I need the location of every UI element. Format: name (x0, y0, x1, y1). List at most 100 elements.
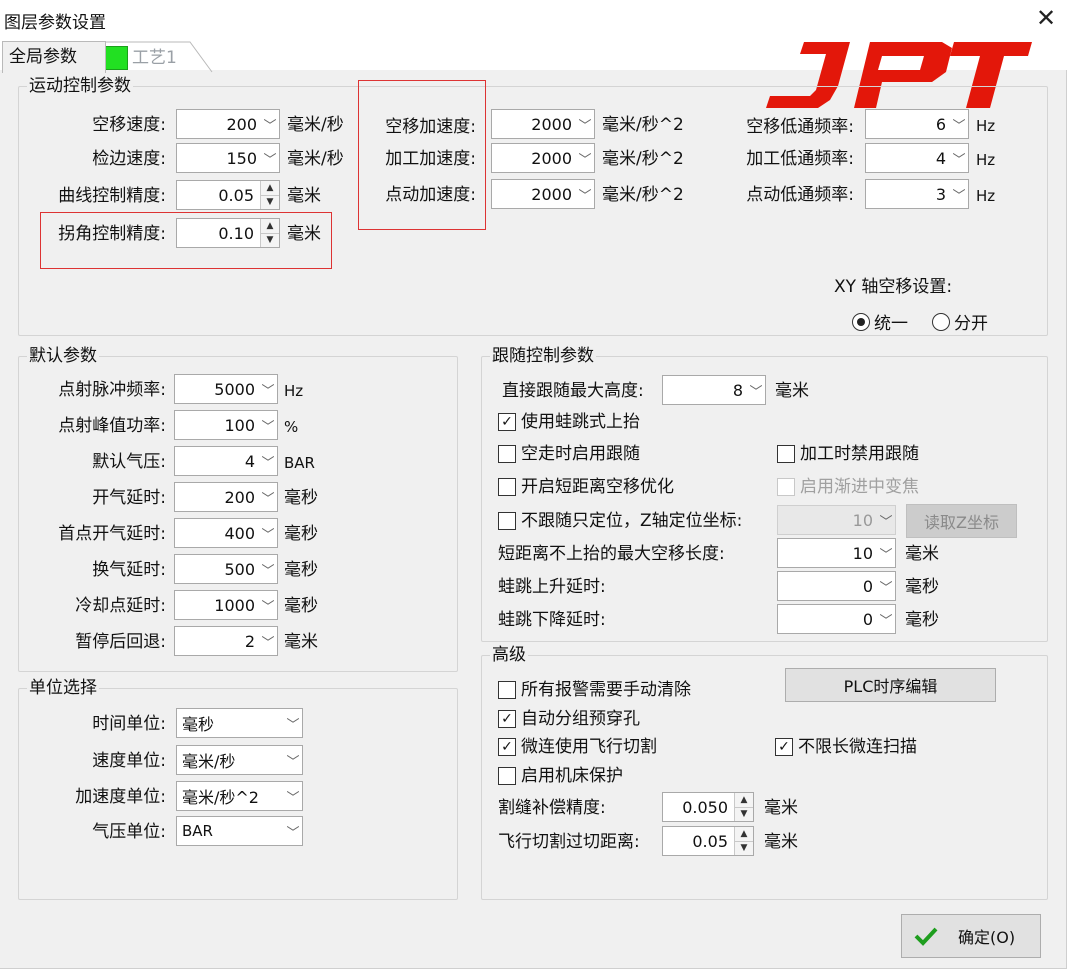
xy-unified-radio[interactable]: 统一 (852, 309, 908, 334)
travel-speed-combo[interactable]: 200 ﹀ (176, 109, 280, 139)
chevron-down-icon: ﹀ (952, 118, 966, 134)
default-pressure-combo[interactable]: 4 ﹀ (174, 446, 278, 476)
field-label: 点射脉冲频率: (58, 380, 166, 400)
chevron-down-icon: ﹀ (879, 547, 893, 563)
field-label: 速度单位: (92, 751, 166, 771)
group-title: 单位选择 (27, 678, 99, 698)
edge-detect-speed-combo[interactable]: 150 ﹀ (176, 143, 280, 173)
spin-down-icon[interactable]: ▼ (261, 194, 279, 209)
spin-up-icon[interactable]: ▲ (735, 827, 753, 841)
chevron-down-icon: ﹀ (261, 635, 275, 651)
first-point-gas-delay-combo[interactable]: 400 ﹀ (174, 518, 278, 548)
spin-down-icon[interactable]: ▼ (261, 232, 279, 247)
chevron-down-icon: ﹀ (578, 188, 592, 204)
speed-unit-select[interactable]: 毫米/秒 ﹀ (176, 745, 303, 775)
unit-label: 毫米 (287, 224, 321, 244)
progressive-zoom-checkbox[interactable]: 启用渐进中变焦 (777, 477, 919, 497)
ok-button[interactable]: 确定(O) (901, 914, 1041, 958)
max-short-travel-combo[interactable]: 10 ﹀ (777, 538, 896, 568)
chevron-down-icon: ﹀ (261, 383, 275, 399)
unit-label: 毫米 (905, 544, 939, 564)
field-label: 曲线控制精度: (58, 186, 166, 206)
chevron-down-icon: ﹀ (261, 419, 275, 435)
group-title: 默认参数 (27, 346, 99, 366)
close-icon[interactable]: ✕ (1034, 6, 1058, 30)
field-label: 空移加速度: (385, 117, 476, 137)
frog-fall-delay-combo[interactable]: 0 ﹀ (777, 604, 896, 634)
spin-up-icon[interactable]: ▲ (735, 793, 753, 807)
z-position-combo[interactable]: 10 ﹀ (777, 505, 896, 535)
chevron-down-icon: ﹀ (261, 455, 275, 471)
chevron-down-icon: ﹀ (261, 599, 275, 615)
jog-accel-combo[interactable]: 2000 ﹀ (491, 179, 595, 209)
spin-up-icon[interactable]: ▲ (261, 219, 279, 233)
accel-unit-select[interactable]: 毫米/秒^2 ﹀ (176, 781, 303, 811)
tab-process-1[interactable]: 工艺1 (98, 43, 208, 73)
peak-power-combo[interactable]: 100 ﹀ (174, 410, 278, 440)
xy-axis-label: XY 轴空移设置: (834, 277, 953, 297)
auto-group-prepierce-checkbox[interactable]: ✓ 自动分组预穿孔 (498, 709, 640, 729)
plc-timing-edit-button[interactable]: PLC时序编辑 (785, 668, 996, 702)
frog-rise-delay-combo[interactable]: 0 ﹀ (777, 571, 896, 601)
field-label: 换气延时: (92, 560, 166, 580)
field-label: 割缝补偿精度: (498, 798, 606, 818)
travel-accel-combo[interactable]: 2000 ﹀ (491, 109, 595, 139)
unit-label: 毫秒 (284, 596, 318, 616)
field-label: 短距离不上抬的最大空移长度: (498, 544, 725, 564)
corner-precision-spinner[interactable]: 0.10 ▲ ▼ (176, 218, 280, 248)
jog-lowpass-combo[interactable]: 3 ﹀ (865, 179, 969, 209)
process-accel-combo[interactable]: 2000 ﹀ (491, 143, 595, 173)
field-label: 加工加速度: (385, 149, 476, 169)
read-z-button[interactable]: 读取Z坐标 (906, 504, 1017, 538)
field-label: 点动低通频率: (746, 185, 854, 205)
chevron-down-icon: ﹀ (578, 118, 592, 134)
time-unit-select[interactable]: 毫秒 ﹀ (176, 708, 303, 738)
gas-change-delay-combo[interactable]: 500 ﹀ (174, 554, 278, 584)
process-lowpass-combo[interactable]: 4 ﹀ (865, 143, 969, 173)
flying-overcut-spinner[interactable]: 0.05 ▲ ▼ (662, 826, 754, 856)
pulse-frequency-combo[interactable]: 5000 ﹀ (174, 374, 278, 404)
position-only-checkbox[interactable]: 不跟随只定位，Z轴定位坐标: (498, 511, 742, 531)
kerf-precision-spinner[interactable]: 0.050 ▲ ▼ (662, 792, 754, 822)
spin-down-icon[interactable]: ▼ (735, 806, 753, 821)
chevron-down-icon: ﹀ (261, 527, 275, 543)
unit-label: 毫秒 (905, 610, 939, 630)
short-travel-optimize-checkbox[interactable]: 开启短距离空移优化 (498, 477, 674, 497)
follow-on-travel-checkbox[interactable]: 空走时启用跟随 (498, 444, 640, 464)
curve-precision-spinner[interactable]: 0.05 ▲ ▼ (176, 180, 280, 210)
chevron-down-icon: ﹀ (286, 790, 300, 806)
chevron-down-icon: ﹀ (952, 188, 966, 204)
chevron-down-icon: ﹀ (286, 825, 300, 841)
field-label: 空移速度: (92, 115, 166, 135)
cooling-point-delay-combo[interactable]: 1000 ﹀ (174, 590, 278, 620)
disable-follow-on-process-checkbox[interactable]: 加工时禁用跟随 (777, 444, 919, 464)
radio-icon (932, 312, 950, 331)
spin-up-icon[interactable]: ▲ (261, 181, 279, 195)
checkbox-icon (777, 445, 795, 463)
unlimited-microjoint-scan-checkbox[interactable]: ✓ 不限长微连扫描 (775, 737, 917, 757)
field-label: 拐角控制精度: (58, 224, 166, 244)
checkbox-icon (777, 478, 795, 496)
field-label: 气压单位: (92, 822, 166, 842)
microjoint-flying-cut-checkbox[interactable]: ✓ 微连使用飞行切割 (498, 737, 657, 757)
frog-jump-checkbox[interactable]: ✓ 使用蛙跳式上抬 (498, 412, 640, 432)
checkbox-checked-icon: ✓ (498, 738, 516, 756)
xy-separate-radio[interactable]: 分开 (932, 309, 988, 334)
pause-retreat-combo[interactable]: 2 ﹀ (174, 626, 278, 656)
chevron-down-icon: ﹀ (879, 613, 893, 629)
tab-global-params[interactable]: 全局参数 (2, 41, 106, 73)
checkbox-icon (498, 767, 516, 785)
unit-label: 毫秒 (905, 577, 939, 597)
travel-lowpass-combo[interactable]: 6 ﹀ (865, 109, 969, 139)
gas-on-delay-combo[interactable]: 200 ﹀ (174, 482, 278, 512)
pressure-unit-select[interactable]: BAR ﹀ (176, 816, 303, 846)
spin-down-icon[interactable]: ▼ (735, 840, 753, 855)
machine-protection-checkbox[interactable]: 启用机床保护 (498, 766, 623, 786)
checkbox-icon (498, 478, 516, 496)
manual-clear-alarm-checkbox[interactable]: 所有报警需要手动清除 (498, 680, 691, 700)
chevron-down-icon: ﹀ (749, 384, 763, 400)
max-follow-height-combo[interactable]: 8 ﹀ (662, 375, 766, 405)
unit-label: 毫米/秒^2 (602, 185, 684, 205)
chevron-down-icon: ﹀ (263, 152, 277, 168)
checkbox-icon (498, 681, 516, 699)
